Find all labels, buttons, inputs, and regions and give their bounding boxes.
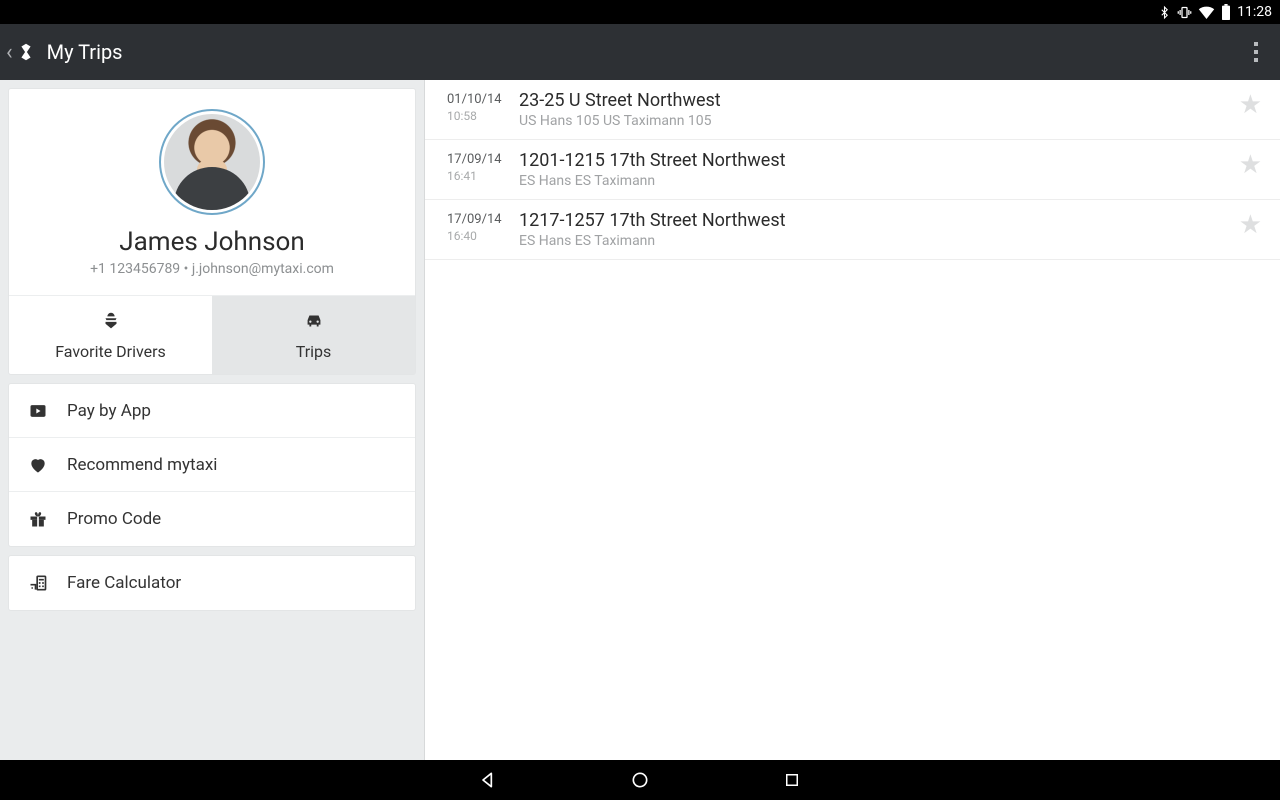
app-logo-icon: [15, 41, 37, 63]
trip-date: 17/09/14: [447, 152, 513, 167]
tab-favorite-drivers[interactable]: Favorite Drivers: [9, 296, 212, 374]
tab-trips[interactable]: Trips: [212, 296, 415, 374]
trip-address: 1217-1257 17th Street Northwest: [519, 210, 1229, 231]
avatar[interactable]: [159, 109, 265, 215]
trip-list: 01/10/14 10:58 23-25 U Street Northwest …: [425, 80, 1280, 760]
menu-label: Fare Calculator: [67, 573, 181, 593]
wifi-icon: [1198, 5, 1215, 19]
profile-card: James Johnson +1 123456789 • j.johnson@m…: [8, 88, 416, 375]
trip-driver: ES Hans ES Taximann: [519, 173, 1229, 189]
nav-home-button[interactable]: [629, 769, 651, 791]
android-status-bar: 11:28: [0, 0, 1280, 24]
menu-label: Recommend mytaxi: [67, 455, 217, 475]
trip-date: 17/09/14: [447, 212, 513, 227]
trip-time: 16:41: [447, 169, 513, 183]
heart-icon: [27, 455, 49, 475]
vibrate-icon: [1177, 5, 1192, 20]
menu-card-main: Pay by App Recommend mytaxi Promo Code: [8, 383, 416, 547]
menu-item-pay[interactable]: Pay by App: [9, 384, 415, 438]
trip-item[interactable]: 17/09/14 16:41 1201-1215 17th Street Nor…: [425, 140, 1280, 200]
app-bar: ‹ My Trips: [0, 24, 1280, 80]
menu-item-promo[interactable]: Promo Code: [9, 492, 415, 546]
tab-label: Trips: [296, 342, 332, 361]
trip-time: 10:58: [447, 109, 513, 123]
trip-driver: ES Hans ES Taximann: [519, 233, 1229, 249]
profile-contact: +1 123456789 • j.johnson@mytaxi.com: [25, 261, 399, 277]
trip-date: 01/10/14: [447, 92, 513, 107]
trip-item[interactable]: 01/10/14 10:58 23-25 U Street Northwest …: [425, 80, 1280, 140]
menu-item-recommend[interactable]: Recommend mytaxi: [9, 438, 415, 492]
menu-item-calculator[interactable]: Fare Calculator: [9, 556, 415, 610]
tab-label: Favorite Drivers: [55, 342, 166, 361]
driver-icon: [100, 310, 122, 336]
calculator-icon: [27, 573, 49, 593]
content-area: James Johnson +1 123456789 • j.johnson@m…: [0, 80, 1280, 760]
menu-label: Promo Code: [67, 509, 161, 529]
battery-icon: [1221, 4, 1231, 20]
gift-icon: [27, 509, 49, 529]
sidebar: James Johnson +1 123456789 • j.johnson@m…: [0, 80, 425, 760]
trip-item[interactable]: 17/09/14 16:40 1217-1257 17th Street Nor…: [425, 200, 1280, 260]
arrow-right-box-icon: [27, 401, 49, 421]
back-chevron-icon[interactable]: ‹: [6, 40, 13, 65]
android-nav-bar: [0, 760, 1280, 800]
menu-card-calc: Fare Calculator: [8, 555, 416, 611]
profile-name: James Johnson: [25, 227, 399, 257]
trip-address: 23-25 U Street Northwest: [519, 90, 1229, 111]
menu-label: Pay by App: [67, 401, 151, 421]
nav-back-button[interactable]: [477, 769, 499, 791]
bluetooth-icon: [1158, 5, 1171, 20]
trip-time: 16:40: [447, 229, 513, 243]
overflow-menu-button[interactable]: [1242, 42, 1270, 62]
car-icon: [302, 310, 326, 336]
favorite-star-button[interactable]: ★: [1229, 150, 1262, 180]
nav-recent-button[interactable]: [781, 769, 803, 791]
favorite-star-button[interactable]: ★: [1229, 90, 1262, 120]
status-time: 11:28: [1237, 4, 1272, 20]
profile-tabs: Favorite Drivers Trips: [9, 295, 415, 374]
trip-driver: US Hans 105 US Taximann 105: [519, 113, 1229, 129]
favorite-star-button[interactable]: ★: [1229, 210, 1262, 240]
page-title: My Trips: [47, 40, 123, 64]
trip-address: 1201-1215 17th Street Northwest: [519, 150, 1229, 171]
